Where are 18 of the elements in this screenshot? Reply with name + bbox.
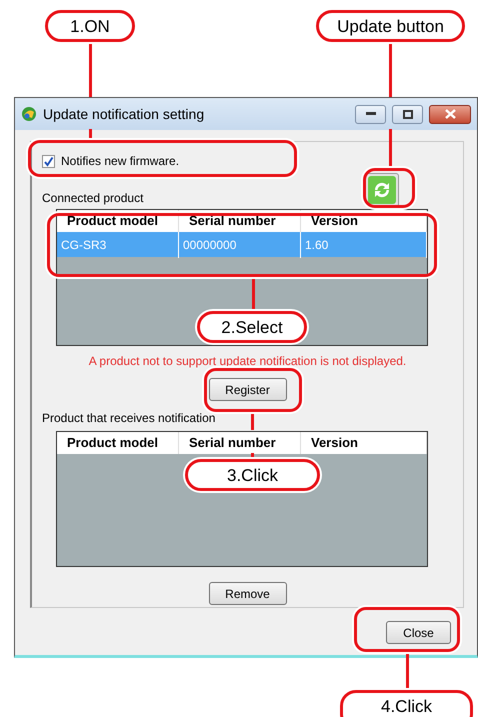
table-cell: 1.60 (301, 232, 427, 258)
table-cell: CG-SR3 (57, 232, 179, 258)
callout-label: 3.Click (185, 459, 320, 491)
section-label: Product that receives notification (42, 411, 216, 427)
warning-text: A product not to support update notification is not displayed. (88, 354, 408, 370)
table-cell: 00000000 (179, 232, 301, 258)
window-title: Update notification setting (43, 106, 206, 122)
close-button[interactable]: Close (386, 621, 451, 644)
checkbox-label: Notifies new firmware. (61, 154, 180, 168)
column-header[interactable]: Product model (57, 432, 179, 454)
section-label: Connected product (42, 191, 144, 207)
callout-label: 2.Select (197, 311, 307, 343)
callout-label: 1.ON (45, 10, 135, 42)
callout-label: 4.Click (340, 690, 473, 717)
register-button[interactable]: Register (208, 378, 286, 401)
column-header[interactable]: Version (301, 432, 427, 454)
callout-label: Update button (316, 10, 465, 42)
remove-button[interactable]: Remove (208, 582, 286, 605)
